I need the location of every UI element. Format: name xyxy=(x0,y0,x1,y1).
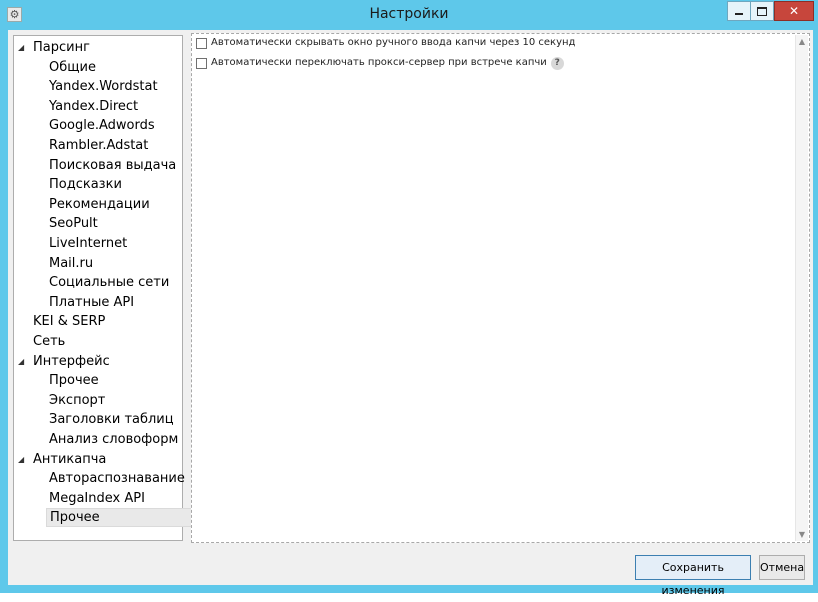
tree-item-label: Прочее xyxy=(50,510,100,526)
tree-item[interactable]: LiveInternet xyxy=(49,234,127,253)
tree-item-label: Подсказки xyxy=(49,177,122,193)
tree-item[interactable]: Экспорт xyxy=(49,391,105,410)
expand-arrow-icon[interactable]: ◢ xyxy=(18,450,24,469)
tree-item[interactable]: ◢ Интерфейс xyxy=(18,352,110,371)
tree-item[interactable]: Прочее xyxy=(49,371,99,390)
switch-proxy-checkbox[interactable] xyxy=(196,57,207,69)
tree-item-label: Экспорт xyxy=(49,392,106,408)
tree-item[interactable]: KEI & SERP xyxy=(33,312,105,331)
tree-item-label: Rambler.Adstat xyxy=(49,138,149,153)
tree-item[interactable]: Платные API xyxy=(49,293,134,312)
tree-item-label: Yandex.Wordstat xyxy=(49,79,158,95)
tree-item[interactable]: MegaIndex API xyxy=(49,489,145,508)
settings-tree[interactable]: ◢ Парсинг Общие Yandex.Wordstat Yandex.Direc… xyxy=(13,35,192,541)
option-autohide-captcha[interactable]: Автоматически скрывать окно ручного ввод… xyxy=(196,36,575,52)
tree-item-label: Mail.ru xyxy=(49,255,94,271)
tree-item-label: Парсинг xyxy=(33,40,90,55)
tree-item[interactable]: Общие xyxy=(49,58,96,77)
tree-item-label: Автораспознавание xyxy=(49,471,185,487)
tree-item[interactable]: Рекомендации xyxy=(49,195,150,214)
tree-item-label: Поисковая выдача xyxy=(49,157,177,173)
tree-item-label: Антикапча xyxy=(33,451,107,467)
tree-item-label: Общие xyxy=(49,59,96,75)
tree-item-label: KEI & SERP xyxy=(33,314,106,330)
close-icon: ✕ xyxy=(788,4,800,18)
tree-item[interactable]: Yandex.Wordstat xyxy=(49,77,158,96)
tree-item-label: Сеть xyxy=(33,334,66,349)
scroll-up-icon[interactable]: ▲ xyxy=(796,35,808,48)
minimize-icon xyxy=(735,13,743,15)
tree-item-label: MegaIndex API xyxy=(49,490,145,506)
tree-item[interactable]: Анализ словоформ xyxy=(49,430,178,449)
settings-window: ⚙ Настройки ✕ ◢ Парсинг Общие Yandex.Wordst… xyxy=(0,0,818,597)
tree-item[interactable]: Социальные сети xyxy=(49,273,169,292)
tree-item[interactable]: Заголовки таблиц xyxy=(49,410,174,429)
tree-item[interactable]: Подсказки xyxy=(49,175,122,194)
autohide-captcha-checkbox[interactable] xyxy=(196,37,207,49)
option-label: Автоматически скрывать окно ручного ввод… xyxy=(211,37,576,48)
scroll-down-icon[interactable]: ▼ xyxy=(796,528,808,541)
tree-item-label: Google.Adwords xyxy=(49,118,155,134)
tree-item[interactable]: Yandex.Direct xyxy=(49,97,138,116)
tree-item[interactable]: ◢ Антикапча xyxy=(18,450,107,469)
tree-item-label: Yandex.Direct xyxy=(49,98,139,114)
tree-item[interactable]: Поисковая выдача xyxy=(49,156,176,175)
tree-item-label: Платные API xyxy=(49,294,135,310)
tree-item[interactable]: Прочее xyxy=(46,508,192,528)
tree-item[interactable]: Автораспознавание xyxy=(49,469,185,488)
tree-item[interactable]: Rambler.Adstat xyxy=(49,136,148,155)
expand-arrow-icon[interactable]: ◢ xyxy=(18,38,24,57)
tree-item[interactable]: Mail.ru xyxy=(49,254,93,273)
cancel-button[interactable]: Отмена xyxy=(759,555,805,580)
tree-item[interactable]: Сеть xyxy=(33,332,65,351)
tree-item[interactable]: SeoPult xyxy=(49,214,98,233)
window-title: Настройки xyxy=(369,6,449,22)
minimize-button[interactable] xyxy=(727,1,751,21)
help-icon[interactable]: ? xyxy=(550,56,564,70)
tree-item[interactable]: Google.Adwords xyxy=(49,116,155,135)
tree-item-label: LiveInternet xyxy=(49,236,128,251)
vertical-scrollbar[interactable]: ▲ ▼ xyxy=(795,35,808,541)
maximize-button[interactable] xyxy=(751,1,774,21)
tree-item-label: Прочее xyxy=(49,373,99,389)
client-area: ◢ Парсинг Общие Yandex.Wordstat Yandex.Direc… xyxy=(8,30,813,597)
tree-item[interactable]: ◢ Парсинг xyxy=(18,38,90,57)
tree-item-label: Анализ словоформ xyxy=(49,432,179,447)
expand-arrow-icon[interactable]: ◢ xyxy=(18,352,24,371)
title-bar[interactable]: ⚙ Настройки ✕ xyxy=(0,0,818,30)
option-label: Автоматически переключать прокси-сервер … xyxy=(211,57,547,68)
option-switch-proxy[interactable]: Автоматически переключать прокси-сервер … xyxy=(196,56,564,72)
close-button[interactable]: ✕ xyxy=(774,1,814,21)
settings-panel: Автоматически скрывать окно ручного ввод… xyxy=(191,33,810,543)
tree-item-label: Рекомендации xyxy=(49,196,150,212)
maximize-icon xyxy=(757,7,767,16)
save-changes-button[interactable]: Сохранить изменения xyxy=(635,555,751,597)
tree-item-label: Интерфейс xyxy=(33,353,110,369)
tree-item-label: Заголовки таблиц xyxy=(49,412,174,428)
tree-item-label: SeoPult xyxy=(49,216,98,232)
tree-item-label: Социальные сети xyxy=(49,275,170,291)
